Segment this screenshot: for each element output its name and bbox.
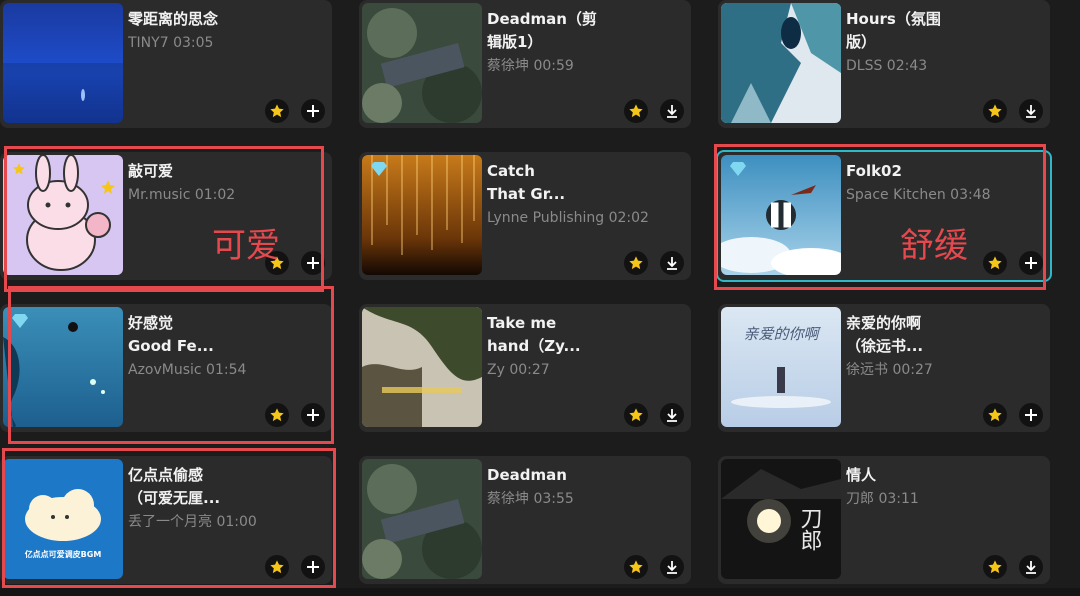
song-title: 零距离的思念 xyxy=(128,10,219,28)
favorite-button[interactable] xyxy=(624,555,648,579)
song-card[interactable]: Catch That Gr... Lynne Publishing 02:02 xyxy=(359,152,691,280)
cover-text: 刀郎 xyxy=(797,507,823,551)
song-artist-duration: 徐远书 00:27 xyxy=(846,362,933,378)
cover-text: 亲爱的你啊 xyxy=(743,325,821,343)
favorite-button[interactable] xyxy=(624,403,648,427)
favorite-button[interactable] xyxy=(983,403,1007,427)
plus-icon xyxy=(307,105,319,117)
star-icon xyxy=(629,256,643,270)
album-art[interactable]: 刀郎 xyxy=(721,459,841,579)
horizontal-scrollbar[interactable] xyxy=(0,588,1080,596)
song-card[interactable]: Deadman 蔡徐坤 03:55 xyxy=(359,456,691,584)
album-art[interactable] xyxy=(721,3,841,123)
download-icon xyxy=(667,409,677,422)
song-card[interactable]: 零距离的思念 TINY7 03:05 xyxy=(0,0,332,128)
annotation-box xyxy=(714,144,1046,290)
album-art[interactable]: 亲爱的你啊 xyxy=(721,307,841,427)
star-icon xyxy=(629,560,643,574)
star-icon xyxy=(270,104,284,118)
star-icon xyxy=(988,104,1002,118)
song-artist-duration: 刀郎 03:11 xyxy=(846,491,919,507)
favorite-button[interactable] xyxy=(624,99,648,123)
plus-icon xyxy=(1025,409,1037,421)
song-title: Take me hand（Zy... xyxy=(487,314,581,355)
diamond-icon xyxy=(371,162,387,176)
song-card[interactable]: 亲爱的你啊 亲爱的你啊 （徐远书... 徐远书 00:27 xyxy=(718,304,1050,432)
favorite-button[interactable] xyxy=(624,251,648,275)
star-icon xyxy=(988,560,1002,574)
annotation-label-soothing: 舒缓 xyxy=(900,226,968,266)
download-icon xyxy=(667,105,677,118)
annotation-box xyxy=(2,448,336,588)
download-icon xyxy=(1026,561,1036,574)
song-title: Deadman xyxy=(487,466,567,484)
song-title: Catch That Gr... xyxy=(487,162,566,203)
album-art[interactable] xyxy=(3,3,123,123)
song-card[interactable]: Take me hand（Zy... Zy 00:27 xyxy=(359,304,691,432)
song-title: Deadman（剪 辑版1） xyxy=(487,10,597,51)
download-button[interactable] xyxy=(660,251,684,275)
favorite-button[interactable] xyxy=(983,99,1007,123)
album-art[interactable] xyxy=(362,459,482,579)
download-icon xyxy=(667,257,677,270)
annotation-box xyxy=(8,286,334,444)
song-title: 亲爱的你啊 （徐远书... xyxy=(846,314,924,355)
download-button[interactable] xyxy=(660,99,684,123)
song-card[interactable]: Deadman（剪 辑版1） 蔡徐坤 00:59 xyxy=(359,0,691,128)
song-title: 情人 xyxy=(846,466,877,484)
song-title: Hours（氛围 版） xyxy=(846,10,941,51)
annotation-label-cute: 可爱 xyxy=(212,226,280,266)
download-button[interactable] xyxy=(1019,555,1043,579)
song-artist-duration: DLSS 02:43 xyxy=(846,58,928,74)
album-art[interactable] xyxy=(362,307,482,427)
download-icon xyxy=(667,561,677,574)
add-button[interactable] xyxy=(301,99,325,123)
song-artist-duration: 蔡徐坤 00:59 xyxy=(487,58,574,74)
song-artist-duration: Lynne Publishing 02:02 xyxy=(487,210,649,226)
star-icon xyxy=(988,408,1002,422)
star-icon xyxy=(629,408,643,422)
song-artist-duration: 蔡徐坤 03:55 xyxy=(487,491,574,507)
download-icon xyxy=(1026,105,1036,118)
album-art[interactable] xyxy=(362,3,482,123)
download-button[interactable] xyxy=(660,403,684,427)
favorite-button[interactable] xyxy=(983,555,1007,579)
download-button[interactable] xyxy=(660,555,684,579)
star-icon xyxy=(629,104,643,118)
song-card[interactable]: 刀郎 情人 刀郎 03:11 xyxy=(718,456,1050,584)
song-artist-duration: Zy 00:27 xyxy=(487,362,550,378)
song-card[interactable]: Hours（氛围 版） DLSS 02:43 xyxy=(718,0,1050,128)
song-artist-duration: TINY7 03:05 xyxy=(128,35,214,51)
download-button[interactable] xyxy=(1019,99,1043,123)
add-button[interactable] xyxy=(1019,403,1043,427)
favorite-button[interactable] xyxy=(265,99,289,123)
